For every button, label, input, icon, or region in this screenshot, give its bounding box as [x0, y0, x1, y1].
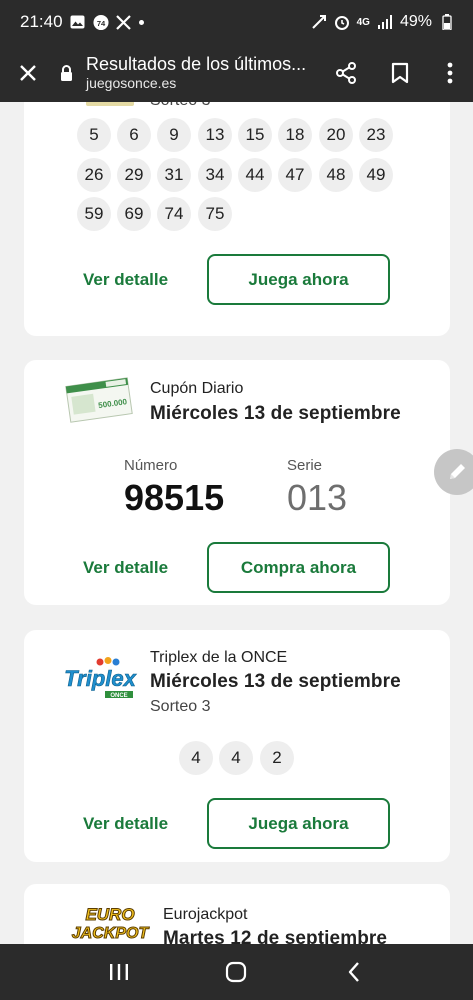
game-name: Triplex de la ONCE — [150, 649, 288, 666]
result-ball: 44 — [238, 158, 272, 192]
bookmark-button[interactable] — [373, 44, 427, 102]
battery-level: 49% — [399, 13, 432, 30]
network-type: 4G — [356, 16, 370, 28]
result-ball: 31 — [157, 158, 191, 192]
address-area[interactable]: Resultados de los últimos... juegosonce.… — [86, 54, 319, 92]
jackpot-logo-text: JACKPOT — [72, 925, 150, 942]
result-ball: 13 — [198, 118, 232, 152]
result-ball: 47 — [278, 158, 312, 192]
lock-icon[interactable] — [56, 65, 76, 81]
recent-apps-button[interactable] — [89, 944, 149, 1000]
close-tab-button[interactable] — [0, 44, 56, 102]
view-detail-link[interactable]: Ver detalle — [83, 814, 168, 834]
gallery-icon — [70, 14, 86, 30]
bookmark-icon — [391, 62, 409, 84]
buy-now-button[interactable]: Compra ahora — [207, 542, 390, 593]
recent-apps-icon — [109, 964, 128, 980]
page-title: Resultados de los últimos... — [86, 53, 307, 74]
result-ball: 4 — [179, 741, 213, 775]
home-icon — [226, 961, 247, 983]
draw-date: Miércoles 13 de septiembre — [150, 403, 401, 424]
result-ball: 5 — [77, 118, 111, 152]
winning-serie: 013 — [287, 477, 348, 518]
signal-icon — [377, 14, 393, 30]
result-ball: 15 — [238, 118, 272, 152]
triplex-logo: Triplex ONCE — [62, 656, 138, 702]
more-vert-icon — [447, 62, 453, 84]
edit-floating-button[interactable] — [434, 449, 473, 495]
draw-date: Miércoles 13 de septiembre — [150, 671, 401, 692]
close-icon — [20, 65, 36, 81]
once-logo-text: ONCE — [110, 693, 127, 699]
page-content[interactable]: Sorteo 3 5 6 9 13 15 18 20 23 26 29 31 3… — [0, 102, 473, 944]
result-ball: 74 — [157, 197, 191, 231]
result-ball: 49 — [359, 158, 393, 192]
back-icon — [348, 962, 360, 982]
draw-number: Sorteo 3 — [150, 698, 211, 715]
serie-label: Serie — [287, 457, 323, 474]
game-name: Eurojackpot — [163, 906, 248, 923]
result-ball: 6 — [117, 118, 151, 152]
result-card-eurojackpot: EURO JACKPOT Eurojackpot Martes 12 de se… — [24, 884, 450, 944]
play-now-button[interactable]: Juega ahora — [207, 254, 390, 305]
result-ball: 48 — [319, 158, 353, 192]
game-logo — [86, 102, 134, 106]
result-ball: 18 — [278, 118, 312, 152]
cupon-diario-logo: 500.000 — [64, 374, 134, 426]
result-ball: 34 — [198, 158, 232, 192]
eurojackpot-logo: EURO JACKPOT — [70, 902, 158, 944]
app-notification-icon: 74 — [93, 14, 109, 30]
view-detail-link[interactable]: Ver detalle — [83, 270, 168, 290]
winning-number: 98515 — [124, 477, 225, 518]
status-time: 21:40 — [20, 12, 63, 31]
result-card-bingo: Sorteo 3 5 6 9 13 15 18 20 23 26 29 31 3… — [24, 102, 450, 336]
pencil-icon — [450, 464, 465, 479]
play-now-button[interactable]: Juega ahora — [207, 798, 390, 849]
share-icon — [336, 62, 356, 84]
result-card-triplex: Triplex ONCE Triplex de la ONCE Miércole… — [24, 630, 450, 862]
result-card-cupon-diario: 500.000 Cupón Diario Miércoles 13 de sep… — [24, 360, 450, 605]
alarm-icon — [334, 14, 350, 30]
more-notifications-icon — [138, 19, 144, 25]
x-icon — [116, 14, 132, 30]
result-ball: 9 — [157, 118, 191, 152]
result-ball: 69 — [117, 197, 151, 231]
result-ball: 2 — [260, 741, 294, 775]
battery-icon — [439, 14, 455, 30]
result-ball: 4 — [219, 741, 253, 775]
share-button[interactable] — [319, 44, 373, 102]
result-ball: 59 — [77, 197, 111, 231]
back-button[interactable] — [324, 944, 384, 1000]
result-ball: 20 — [319, 118, 353, 152]
euro-logo-text: EURO — [85, 905, 134, 924]
svg-text:74: 74 — [96, 18, 105, 27]
numero-label: Número — [124, 457, 178, 474]
result-ball: 26 — [77, 158, 111, 192]
status-bar: 21:40 74 4G 49% — [0, 0, 473, 44]
result-ball: 23 — [359, 118, 393, 152]
view-detail-link[interactable]: Ver detalle — [83, 558, 168, 578]
system-nav-bar — [0, 944, 473, 1000]
game-name: Cupón Diario — [150, 380, 244, 397]
triplex-logo-text: Triplex — [64, 666, 137, 691]
page-url: juegosonce.es — [86, 75, 177, 92]
result-ball: 75 — [198, 197, 232, 231]
home-button[interactable] — [206, 944, 266, 1000]
draw-number: Sorteo 3 — [150, 102, 210, 110]
browser-toolbar: Resultados de los últimos... juegosonce.… — [0, 44, 473, 102]
data-saver-icon — [311, 14, 327, 30]
draw-date: Martes 12 de septiembre — [163, 928, 388, 944]
result-ball: 29 — [117, 158, 151, 192]
more-options-button[interactable] — [427, 44, 473, 102]
